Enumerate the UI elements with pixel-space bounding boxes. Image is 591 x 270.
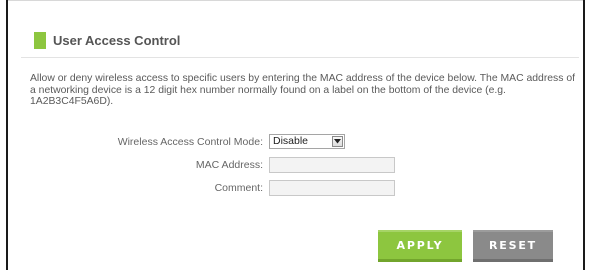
comment-row: Comment: bbox=[0, 180, 591, 196]
dropdown-arrow-icon[interactable] bbox=[332, 136, 343, 147]
user-access-control-page: User Access Control Allow or deny wirele… bbox=[0, 0, 591, 270]
header-divider bbox=[21, 57, 579, 58]
mac-address-row: MAC Address: bbox=[0, 157, 591, 173]
description-text: Allow or deny wireless access to specifi… bbox=[30, 73, 575, 107]
green-square-icon bbox=[34, 31, 46, 49]
access-mode-label: Wireless Access Control Mode: bbox=[117, 136, 263, 148]
section-title: User Access Control bbox=[53, 32, 181, 48]
mac-address-label: MAC Address: bbox=[195, 159, 263, 171]
comment-input[interactable] bbox=[269, 180, 395, 196]
comment-label: Comment: bbox=[214, 182, 263, 194]
apply-button[interactable]: APPLY bbox=[378, 230, 462, 262]
access-mode-select[interactable]: Disable bbox=[269, 134, 345, 149]
access-mode-selected-value: Disable bbox=[273, 135, 309, 147]
reset-button[interactable]: RESET bbox=[473, 230, 553, 262]
access-mode-row: Wireless Access Control Mode: Disable bbox=[0, 134, 591, 150]
mac-address-input[interactable] bbox=[269, 157, 395, 173]
top-border bbox=[6, 0, 585, 1]
section-header: User Access Control bbox=[34, 31, 180, 49]
